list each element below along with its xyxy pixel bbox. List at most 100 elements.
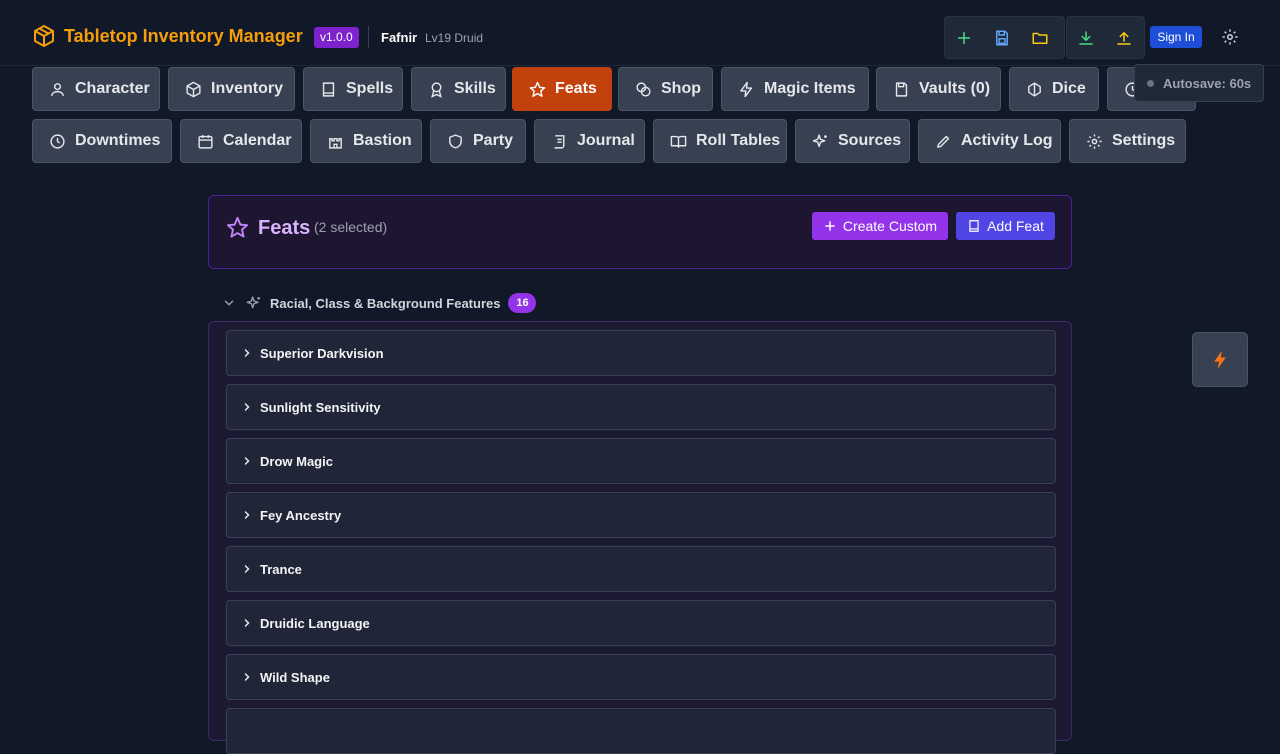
chevron-down-icon: [224, 300, 234, 306]
download-icon: [1079, 30, 1093, 45]
tab-settings[interactable]: Settings: [1069, 119, 1186, 163]
save-icon: [895, 81, 908, 97]
upload-icon: [1117, 31, 1131, 45]
tab-inventory[interactable]: Inventory: [168, 67, 295, 111]
new-button[interactable]: [945, 17, 983, 58]
tab-character[interactable]: Character: [32, 67, 160, 111]
character-level: Lv19 Druid: [425, 31, 484, 45]
tab-bastion[interactable]: Bastion: [310, 119, 422, 163]
award-icon: [431, 81, 442, 98]
gear-icon[interactable]: [1221, 28, 1239, 46]
features-list: Superior Darkvision Sunlight Sensitivity…: [208, 321, 1072, 754]
count-badge: 16: [508, 293, 537, 313]
tab-label: Spells: [346, 80, 394, 97]
page-title: Feats: [258, 217, 311, 239]
tab-label: Magic Items: [764, 80, 856, 97]
tab-journal[interactable]: Journal: [534, 119, 645, 163]
tab-magic-items[interactable]: Magic Items: [721, 67, 869, 111]
chevron-right-icon: [244, 403, 250, 411]
list-item[interactable]: [226, 708, 1056, 754]
tab-dice[interactable]: Dice: [1009, 67, 1099, 111]
feature-name: Superior Darkvision: [260, 345, 384, 361]
feature-name: Wild Shape: [260, 669, 330, 685]
user-icon: [51, 82, 64, 96]
castle-icon: [329, 137, 342, 149]
tab-label: Calendar: [223, 132, 292, 149]
book-icon: [969, 220, 979, 232]
tab-activity-log[interactable]: Activity Log: [918, 119, 1061, 163]
plus-icon: [825, 221, 835, 231]
tab-spells[interactable]: Spells: [303, 67, 403, 111]
tab-skills[interactable]: Skills: [411, 67, 506, 111]
book-icon: [322, 81, 335, 97]
box-icon: [186, 81, 201, 97]
star-icon: [226, 216, 249, 238]
chevron-right-icon: [244, 457, 250, 465]
chevron-right-icon: [244, 619, 250, 627]
autosave-indicator: Autosave: 60s: [1134, 64, 1264, 102]
feature-name: Sunlight Sensitivity: [260, 399, 381, 415]
coins-icon: [636, 81, 651, 97]
status-dot: [1147, 79, 1154, 87]
add-feat-label: Add Feat: [987, 218, 1044, 234]
tab-label: Party: [473, 132, 514, 149]
export-button[interactable]: [1105, 17, 1143, 58]
tab-sources[interactable]: Sources: [795, 119, 910, 163]
character-name: Fafnir: [381, 30, 418, 45]
star-icon: [529, 81, 546, 97]
plus-icon: [958, 31, 970, 44]
chevron-right-icon: [244, 565, 250, 573]
save-icon: [996, 30, 1008, 45]
tab-label: Shop: [661, 80, 701, 97]
open-button[interactable]: [1021, 17, 1059, 58]
list-item[interactable]: Trance: [226, 546, 1056, 592]
section-label: Racial, Class & Background Features: [270, 295, 501, 311]
box-logo-icon: [34, 25, 54, 47]
gear-icon: [1087, 133, 1102, 149]
tab-label: Feats: [555, 80, 597, 97]
sign-in-button[interactable]: Sign In: [1150, 26, 1202, 48]
list-item[interactable]: Wild Shape: [226, 654, 1056, 700]
sparkles-icon: [246, 296, 260, 309]
divider: [368, 26, 369, 48]
brand[interactable]: Tabletop Inventory Manager: [32, 24, 303, 48]
create-custom-button[interactable]: Create Custom: [812, 212, 948, 240]
tab-party[interactable]: Party: [430, 119, 526, 163]
scroll-icon: [554, 134, 565, 149]
tab-label: Vaults (0): [919, 80, 991, 97]
tab-label: Activity Log: [961, 132, 1053, 149]
shield-icon: [449, 133, 462, 149]
tab-feats[interactable]: Feats: [512, 67, 612, 111]
tab-label: Bastion: [353, 132, 412, 149]
feature-name: Fey Ancestry: [260, 507, 342, 523]
dice-icon: [1028, 81, 1041, 97]
tab-label: Journal: [577, 132, 635, 149]
tab-label: Roll Tables: [696, 132, 781, 149]
lightning-icon: [1214, 350, 1226, 369]
chevron-right-icon: [244, 673, 250, 681]
tab-vaults[interactable]: Vaults (0): [876, 67, 1001, 111]
list-item[interactable]: Drow Magic: [226, 438, 1056, 484]
add-feat-button[interactable]: Add Feat: [956, 212, 1055, 240]
list-item[interactable]: Druidic Language: [226, 600, 1056, 646]
tab-label: Sources: [838, 132, 902, 149]
features-section-toggle[interactable]: Racial, Class & Background Features 16: [222, 292, 537, 314]
save-button[interactable]: [983, 17, 1021, 58]
quick-actions-button[interactable]: [1192, 332, 1248, 387]
autosave-label: Autosave: 60s: [1163, 75, 1252, 91]
tab-downtimes[interactable]: Downtimes: [32, 119, 172, 163]
selected-count: (2 selected): [314, 219, 388, 235]
chevron-right-icon: [244, 349, 250, 357]
list-item[interactable]: Sunlight Sensitivity: [226, 384, 1056, 430]
import-button[interactable]: [1067, 17, 1105, 58]
tab-calendar[interactable]: Calendar: [180, 119, 302, 163]
version-badge: v1.0.0: [314, 27, 359, 48]
list-item[interactable]: Fey Ancestry: [226, 492, 1056, 538]
app-title: Tabletop Inventory Manager: [64, 25, 303, 46]
tab-shop[interactable]: Shop: [618, 67, 713, 111]
tab-label: Downtimes: [75, 132, 161, 149]
tab-roll-tables[interactable]: Roll Tables: [653, 119, 787, 163]
top-bar: Tabletop Inventory Manager v1.0.0 Fafnir…: [0, 0, 1280, 66]
list-item[interactable]: Superior Darkvision: [226, 330, 1056, 376]
zap-icon: [740, 81, 753, 97]
